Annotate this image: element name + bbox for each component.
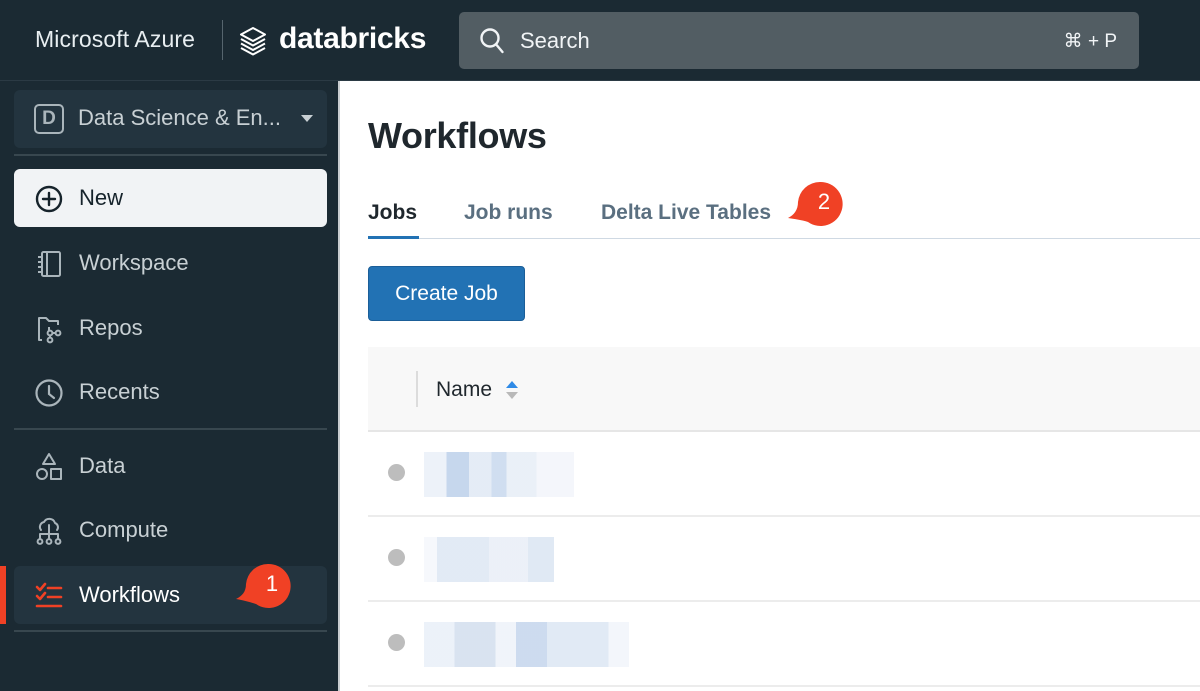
sidebar-item-label: Data (79, 453, 126, 478)
job-name-redacted[interactable] (424, 537, 554, 582)
callout-badge-1: 1 (236, 562, 296, 612)
status-dot (388, 464, 405, 481)
sidebar-item-workspace[interactable]: Workspace (14, 234, 327, 292)
active-indicator (0, 566, 6, 624)
page-title: Workflows (368, 115, 547, 156)
tab-jobs[interactable]: Jobs (368, 201, 417, 225)
sidebar-item-recents[interactable]: Recents (14, 363, 327, 421)
search-input[interactable]: Search ⌘ + P (459, 12, 1139, 69)
sidebar-item-label: Compute (79, 517, 169, 542)
sidebar-item-repos[interactable]: Repos (14, 299, 327, 357)
sidebar-divider (14, 428, 327, 430)
table-row[interactable] (368, 517, 1200, 602)
top-bar: Microsoft Azure databricks Search ⌘ + P (0, 0, 1200, 81)
new-button[interactable]: New (14, 169, 327, 227)
search-icon (480, 28, 504, 54)
table-row[interactable] (368, 602, 1200, 687)
workspace-badge: D (34, 104, 64, 134)
sidebar-item-compute[interactable]: Compute (14, 501, 327, 559)
brand-microsoft-azure: Microsoft Azure (35, 26, 195, 52)
plus-circle-icon (35, 185, 63, 213)
sidebar-item-label: Workflows (79, 582, 181, 607)
callout-number: 2 (817, 189, 831, 214)
sidebar-divider (14, 630, 327, 632)
job-name-redacted[interactable] (424, 452, 574, 497)
create-job-button[interactable]: Create Job (368, 266, 525, 321)
status-dot (388, 634, 405, 651)
tab-bar: Jobs Job runs Delta Live Tables (368, 199, 1200, 239)
sidebar-item-label: Repos (79, 315, 143, 340)
status-dot (388, 549, 405, 566)
notebook-icon (38, 251, 61, 277)
brand-databricks[interactable]: databricks (279, 22, 426, 56)
sort-ascending-icon[interactable] (505, 378, 519, 402)
table-row[interactable] (368, 432, 1200, 517)
active-tab-underline (368, 236, 419, 239)
job-name-redacted[interactable] (424, 622, 629, 667)
cloud-cluster-icon (36, 517, 62, 545)
callout-number: 1 (265, 571, 279, 596)
chevron-down-icon (301, 115, 313, 122)
databricks-layers-icon (240, 27, 266, 56)
column-header-name[interactable]: Name (436, 378, 492, 402)
sidebar-item-data[interactable]: Data (14, 437, 327, 495)
sidebar-divider (14, 154, 327, 156)
sidebar: D Data Science & En... New Workspace Rep… (0, 81, 340, 691)
workspace-label: Data Science & En... (78, 105, 281, 130)
tab-job-runs[interactable]: Job runs (464, 201, 553, 225)
sidebar-item-label: Workspace (79, 250, 189, 275)
main-content: Workflows Jobs Job runs Delta Live Table… (342, 81, 1200, 691)
callout-badge-2: 2 (786, 180, 848, 230)
column-separator (416, 371, 418, 407)
workspace-switcher[interactable]: D Data Science & En... (14, 90, 327, 148)
tab-delta-live-tables[interactable]: Delta Live Tables (601, 201, 771, 225)
new-label: New (79, 185, 124, 210)
repo-folder-icon (38, 317, 62, 344)
search-placeholder: Search (520, 28, 590, 53)
sidebar-item-label: Recents (79, 379, 160, 404)
checklist-icon (35, 582, 63, 608)
table-header: Name (368, 347, 1200, 432)
search-shortcut-hint: ⌘ + P (1063, 31, 1117, 52)
jobs-table: Name (368, 347, 1200, 687)
shapes-icon (36, 453, 62, 480)
clock-icon (35, 379, 63, 407)
brand-divider (222, 20, 223, 60)
